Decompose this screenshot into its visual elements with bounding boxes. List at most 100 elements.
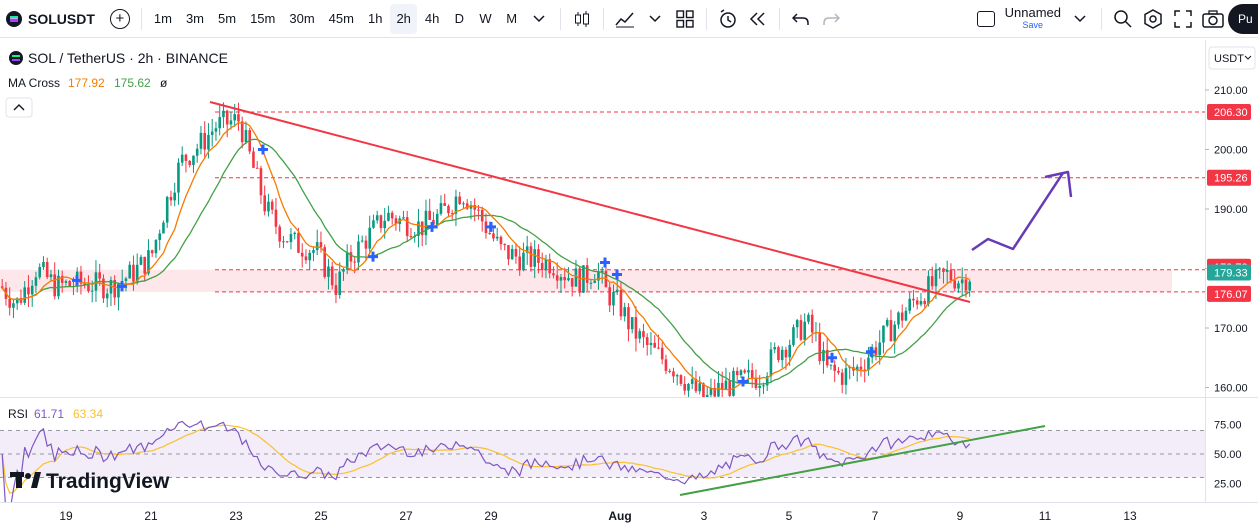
interval-4h[interactable]: 4h [419, 4, 445, 34]
ma-cross-name[interactable]: MA Cross [8, 76, 60, 90]
candle-body [829, 364, 833, 366]
candle-body [724, 380, 728, 390]
candle-body [165, 196, 169, 223]
rsi-axis[interactable]: 75.00 50.00 25.00 [1214, 420, 1242, 491]
quick-search-button[interactable] [1108, 4, 1138, 34]
interval-d[interactable]: D [447, 4, 471, 34]
candle-body [68, 281, 71, 287]
candle-body [439, 203, 443, 214]
rsi-value: 61.71 [34, 407, 64, 421]
currency-button[interactable]: USDT [1208, 46, 1256, 70]
candle-body [859, 366, 863, 370]
candle-body [780, 349, 784, 361]
interval-15m[interactable]: 15m [244, 4, 281, 34]
candle-body [784, 349, 788, 358]
layout-name-button[interactable]: Unnamed Save [1001, 4, 1065, 34]
ma-fast-value: 177.92 [68, 76, 105, 90]
candle-body [900, 312, 904, 321]
collapse-legend-button[interactable] [5, 97, 33, 118]
candle-body [38, 267, 41, 278]
camera-icon [1202, 9, 1224, 28]
price-tick-label: 190.00 [1214, 204, 1248, 216]
sol-logo-icon [9, 51, 23, 65]
candle-body [492, 233, 495, 239]
candle-body [255, 167, 259, 169]
interval-1h[interactable]: 1h [362, 4, 388, 34]
candle-body [143, 256, 146, 274]
candle-body [428, 210, 431, 220]
candle-body [267, 201, 270, 212]
fullscreen-button[interactable] [1168, 4, 1198, 34]
interval-3m[interactable]: 3m [180, 4, 210, 34]
candle-body [53, 274, 56, 297]
layout-square-icon [976, 10, 995, 27]
candle-body [627, 307, 630, 330]
candle-body [660, 347, 664, 360]
candle-body [402, 217, 405, 219]
price-label-text: 176.07 [1214, 289, 1248, 301]
time-axis[interactable]: 19 21 23 25 27 29 Aug 3 5 7 9 11 13 [59, 509, 1137, 523]
chart-area[interactable]: 210.00200.00190.00180.00170.00160.00 206… [0, 40, 1258, 531]
indicators-more-button[interactable] [640, 4, 670, 34]
time-tick-label: 27 [399, 509, 413, 523]
interval-more-button[interactable] [524, 4, 554, 34]
redo-button[interactable] [816, 4, 846, 34]
interval-5m[interactable]: 5m [212, 4, 242, 34]
candle-body [274, 209, 278, 227]
snapshot-button[interactable] [1198, 4, 1228, 34]
interval-2h[interactable]: 2h [390, 3, 417, 34]
publish-button[interactable]: Pu [1228, 3, 1258, 34]
candle-body [409, 236, 413, 238]
interval-30m[interactable]: 30m [283, 4, 320, 34]
candle-body [424, 210, 428, 236]
candle-body [192, 155, 195, 165]
candle-body [214, 128, 218, 132]
replay-button[interactable] [743, 4, 773, 34]
candle-body [570, 278, 574, 287]
price-tick-label: 210.00 [1214, 85, 1248, 97]
candle-body [773, 347, 776, 350]
compare-add-symbol-button[interactable]: + [105, 4, 135, 34]
candle-body [968, 281, 971, 291]
candle-body [229, 120, 233, 125]
time-tick-label: 13 [1123, 509, 1137, 523]
candle-body [683, 383, 686, 391]
candle-body [904, 310, 908, 321]
time-tick-label: Aug [608, 509, 631, 523]
interval-1m[interactable]: 1m [148, 4, 178, 34]
price-axis[interactable]: 210.00200.00190.00180.00170.00160.00 [1205, 85, 1248, 395]
legend-title[interactable]: SOL / TetherUS · 2h · BINANCE [28, 50, 228, 66]
layout-button[interactable] [971, 4, 1001, 34]
chart-type-button[interactable] [567, 4, 597, 34]
interval-w[interactable]: W [473, 4, 497, 34]
main-pane[interactable] [0, 40, 1205, 397]
candle-body [12, 303, 15, 308]
time-tick-label: 3 [701, 509, 708, 523]
candle-body [747, 370, 750, 373]
rsi-name[interactable]: RSI [8, 407, 28, 421]
toolbar-divider [140, 7, 142, 30]
candle-body [180, 154, 184, 163]
settings-button[interactable] [1138, 4, 1168, 34]
candle-body [912, 298, 915, 301]
candle-body [300, 252, 304, 257]
indicators-icon [615, 12, 634, 27]
undo-button[interactable] [786, 4, 816, 34]
templates-button[interactable] [670, 4, 700, 34]
interval-m[interactable]: M [500, 4, 524, 34]
candle-body [218, 117, 221, 129]
candle-body [552, 273, 555, 276]
candle-body [252, 151, 255, 168]
candle-body [953, 280, 956, 289]
alert-button[interactable] [713, 4, 743, 34]
indicators-button[interactable] [610, 4, 640, 34]
candle-body [293, 232, 296, 235]
time-tick-label: 11 [1039, 509, 1052, 523]
candle-body [908, 298, 911, 311]
candle-body [589, 282, 593, 284]
candle-body [45, 261, 49, 278]
candle-body [447, 205, 450, 214]
interval-45m[interactable]: 45m [323, 4, 360, 34]
symbol-search-button[interactable]: SOLUSDT [0, 4, 105, 34]
layout-menu-button[interactable] [1065, 4, 1095, 34]
